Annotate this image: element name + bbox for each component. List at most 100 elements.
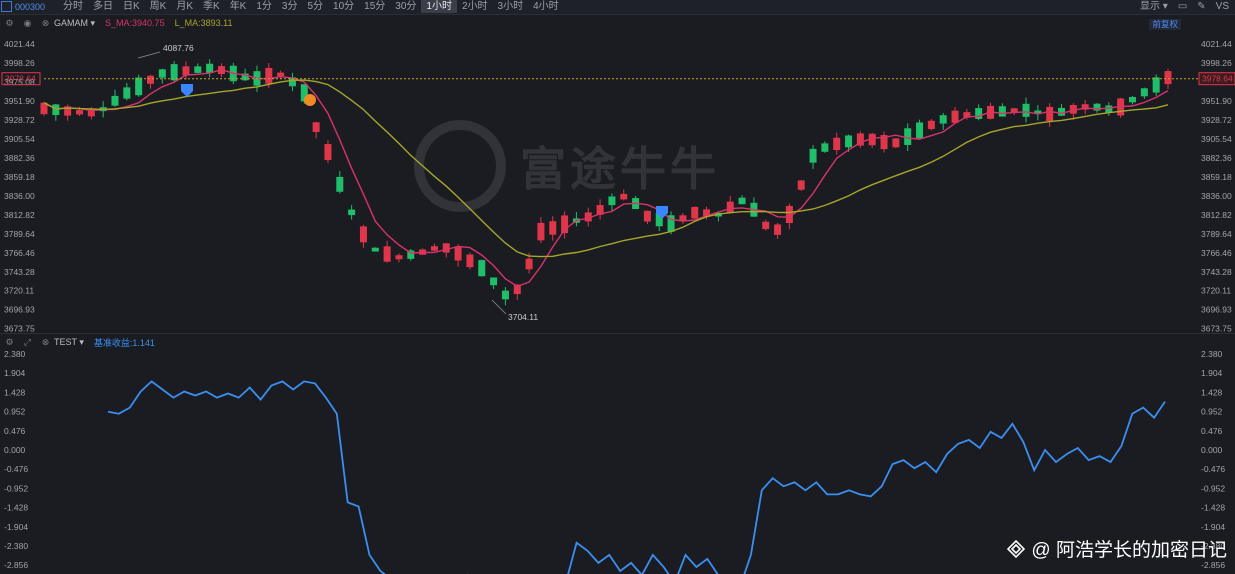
y-tick-left: 3905.54 xyxy=(4,134,35,144)
candle-body[interactable] xyxy=(608,196,616,206)
candle-body[interactable] xyxy=(371,247,379,252)
close-icon[interactable]: ⊗ xyxy=(41,337,50,347)
y-tick-right: 3951.90 xyxy=(1201,96,1232,106)
candle-body[interactable] xyxy=(537,222,545,241)
y-tick-right: 3882.36 xyxy=(1201,153,1232,163)
chart-canvas[interactable]: 4021.444021.443998.263998.263975.083975.… xyxy=(0,0,1235,574)
sub-indicator-name[interactable]: TEST ▾ xyxy=(54,337,84,348)
candle-body[interactable] xyxy=(549,221,557,235)
candle-body[interactable] xyxy=(348,209,356,216)
author-badge: @ 阿浩学长的加密日记 xyxy=(1007,535,1227,562)
candle-body[interactable] xyxy=(490,277,498,286)
candle-body[interactable] xyxy=(1046,106,1054,122)
candle-body[interactable] xyxy=(975,108,983,119)
candle-body[interactable] xyxy=(359,226,367,243)
candle-body[interactable] xyxy=(643,210,651,222)
candle-body[interactable] xyxy=(1129,96,1137,103)
candle-body[interactable] xyxy=(265,67,273,84)
candle-body[interactable] xyxy=(87,110,95,117)
sub-y-tick-right: -1.904 xyxy=(1201,522,1225,532)
candle-body[interactable] xyxy=(146,75,154,84)
y-tick-left: 3789.64 xyxy=(4,229,35,239)
candle-body[interactable] xyxy=(927,120,935,130)
candle-body[interactable] xyxy=(336,176,344,192)
sub-y-tick-right: -0.476 xyxy=(1201,464,1225,474)
y-tick-left: 3928.72 xyxy=(4,115,35,125)
candle-body[interactable] xyxy=(951,110,959,123)
sub-y-tick-left: -1.904 xyxy=(4,522,28,532)
gear-icon[interactable]: ⚙ xyxy=(5,337,14,347)
candle-body[interactable] xyxy=(111,95,119,106)
candle-body[interactable] xyxy=(821,143,829,152)
y-tick-left: 3766.46 xyxy=(4,248,35,258)
y-tick-left: 3720.11 xyxy=(4,286,34,296)
candle-body[interactable] xyxy=(1140,88,1148,97)
candle-body[interactable] xyxy=(430,246,438,251)
candle-body[interactable] xyxy=(809,148,817,163)
sub-y-tick-left: 0.000 xyxy=(4,445,26,455)
candle-body[interactable] xyxy=(904,128,912,145)
candle-body[interactable] xyxy=(466,254,474,268)
sub-y-tick-right: 0.952 xyxy=(1201,407,1223,417)
candle-body[interactable] xyxy=(916,122,924,139)
y-tick-right: 3836.00 xyxy=(1201,191,1232,201)
candle-body[interactable] xyxy=(395,255,403,260)
candle-body[interactable] xyxy=(1164,71,1172,85)
candle-body[interactable] xyxy=(182,66,190,76)
benchmark-value: 基准收益:1.141 xyxy=(93,337,155,348)
y-tick-left: 3812.82 xyxy=(4,210,35,220)
candle-body[interactable] xyxy=(833,137,841,151)
candle-body[interactable] xyxy=(135,77,143,96)
candle-body[interactable] xyxy=(774,224,782,235)
panel-divider[interactable] xyxy=(0,333,1235,334)
candle-body[interactable] xyxy=(797,180,805,190)
candle-body[interactable] xyxy=(277,72,285,77)
sub-y-tick-left: 0.476 xyxy=(4,426,26,436)
sub-y-tick-right: -0.952 xyxy=(1201,483,1225,493)
candle-body[interactable] xyxy=(383,246,391,262)
y-tick-right: 3766.46 xyxy=(1201,248,1232,258)
expand-icon[interactable]: ⤢ xyxy=(23,337,32,347)
candle-body[interactable] xyxy=(170,64,178,81)
buy-marker-icon[interactable] xyxy=(181,84,193,97)
y-tick-left: 3882.36 xyxy=(4,153,35,163)
candle-body[interactable] xyxy=(998,106,1006,117)
candle-body[interactable] xyxy=(691,206,699,219)
y-tick-right: 3928.72 xyxy=(1201,115,1232,125)
candle-body[interactable] xyxy=(123,87,131,99)
candle-body[interactable] xyxy=(738,197,746,205)
candle-body[interactable] xyxy=(478,260,486,277)
candle-body[interactable] xyxy=(52,104,60,116)
candle-body[interactable] xyxy=(206,63,214,73)
sub-y-tick-right: 0.000 xyxy=(1201,445,1223,455)
price-tag-right: 3978.64 xyxy=(1202,74,1233,84)
s-ma-line xyxy=(43,68,1169,288)
candle-body[interactable] xyxy=(158,69,166,78)
candle-body[interactable] xyxy=(726,201,734,213)
candle-body[interactable] xyxy=(845,135,853,148)
candle-body[interactable] xyxy=(324,144,332,161)
candle-body[interactable] xyxy=(1152,77,1160,93)
candle-body[interactable] xyxy=(194,66,202,73)
sub-y-tick-left: -0.952 xyxy=(4,483,28,493)
sub-y-tick-left: 0.952 xyxy=(4,407,26,417)
sell-marker-icon[interactable] xyxy=(304,94,316,106)
candle-body[interactable] xyxy=(75,110,83,115)
candle-body[interactable] xyxy=(525,258,533,270)
sub-y-tick-left: 1.428 xyxy=(4,387,26,397)
candle-body[interactable] xyxy=(312,122,320,132)
candle-body[interactable] xyxy=(1022,103,1030,117)
candle-body[interactable] xyxy=(762,221,770,230)
candle-body[interactable] xyxy=(620,193,628,200)
candle-body[interactable] xyxy=(442,243,450,253)
candle-body[interactable] xyxy=(939,115,947,124)
y-tick-right: 3720.11 xyxy=(1201,286,1231,296)
candle-body[interactable] xyxy=(1058,107,1066,116)
candle-body[interactable] xyxy=(501,290,509,300)
candle-body[interactable] xyxy=(892,138,900,148)
y-tick-left: 3836.00 xyxy=(4,191,35,201)
high-label: 4087.76 xyxy=(163,43,194,53)
y-tick-left: 3696.93 xyxy=(4,305,35,315)
candle-body[interactable] xyxy=(1105,105,1113,113)
candle-body[interactable] xyxy=(454,246,462,261)
